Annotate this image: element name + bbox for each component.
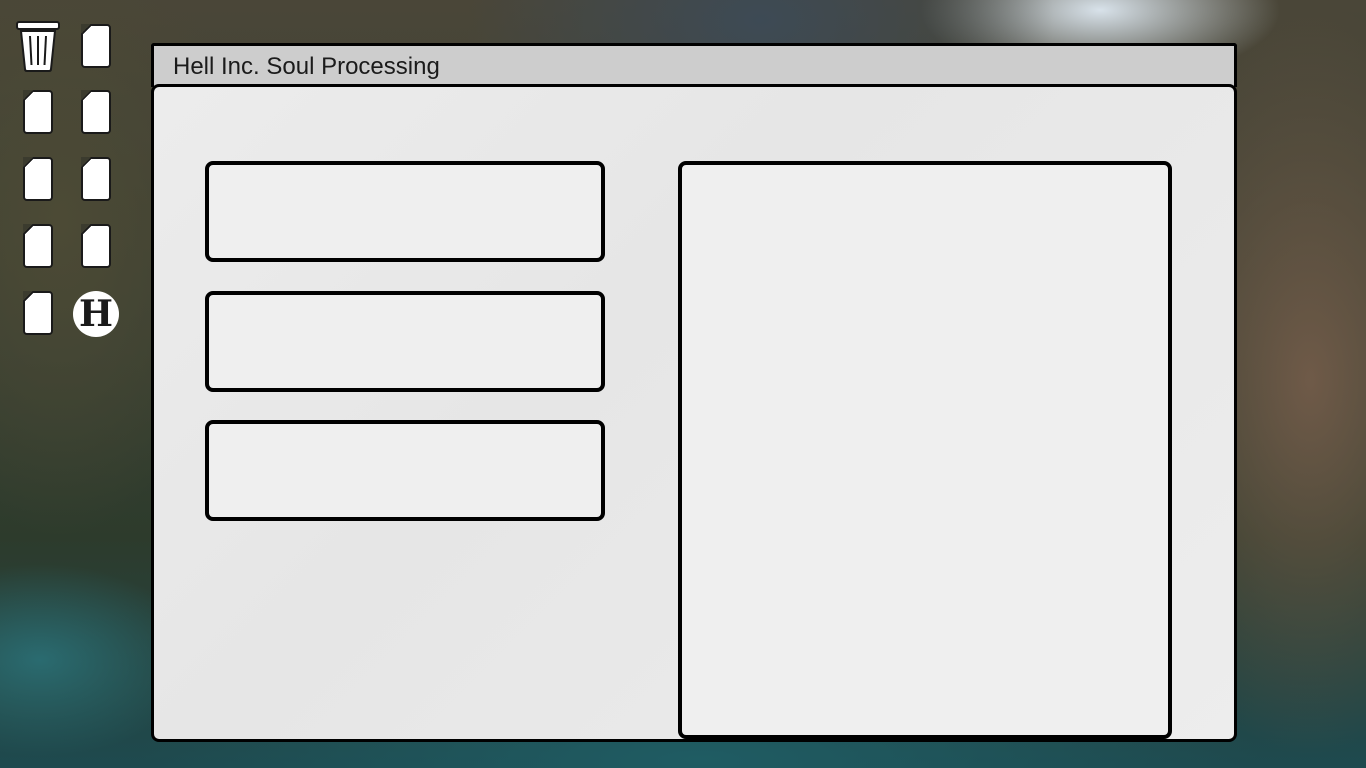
soul-processing-window: Hell Inc. Soul Processing <box>151 43 1237 742</box>
hell-inc-app-icon[interactable]: H <box>72 286 120 342</box>
hell-inc-logo: H <box>73 291 119 337</box>
details-panel <box>678 161 1172 739</box>
window-body <box>151 84 1237 742</box>
window-title: Hell Inc. Soul Processing <box>173 53 440 80</box>
trash-can-graphic <box>16 21 60 72</box>
desktop: H Hell Inc. Soul Processing <box>0 0 1366 768</box>
file-icon[interactable] <box>14 218 62 274</box>
file-icon[interactable] <box>14 285 62 341</box>
window-titlebar[interactable]: Hell Inc. Soul Processing <box>151 43 1237 87</box>
soul-slot-3[interactable] <box>205 420 605 521</box>
file-icon[interactable] <box>72 84 120 140</box>
soul-slot-2[interactable] <box>205 291 605 392</box>
file-icon[interactable] <box>72 151 120 207</box>
file-icon[interactable] <box>14 84 62 140</box>
soul-slot-1[interactable] <box>205 161 605 262</box>
trash-icon[interactable] <box>14 18 62 74</box>
file-icon[interactable] <box>14 151 62 207</box>
file-icon[interactable] <box>72 218 120 274</box>
file-icon[interactable] <box>72 18 120 74</box>
